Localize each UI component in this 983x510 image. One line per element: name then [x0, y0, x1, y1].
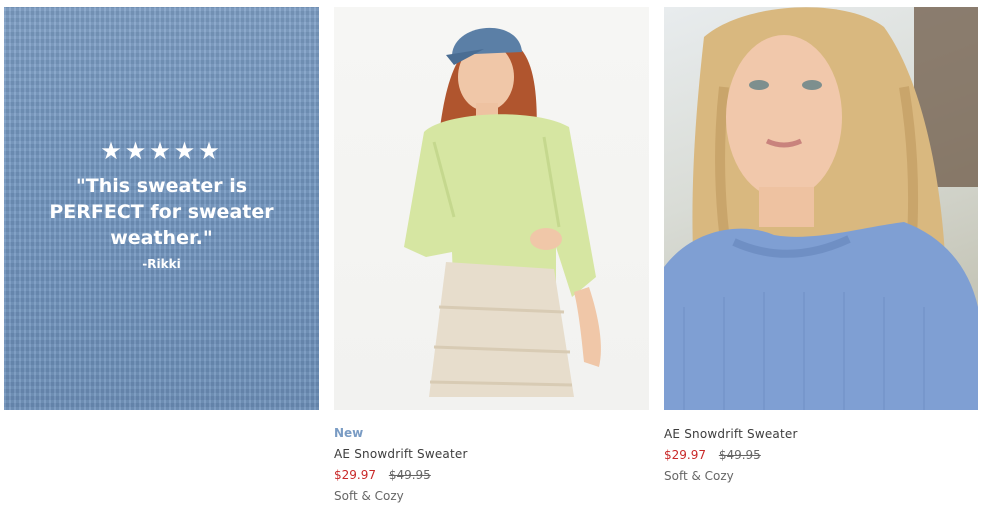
original-price: $49.95 [388, 468, 431, 482]
product-name-link[interactable]: AE Snowdrift Sweater [334, 446, 468, 462]
new-badge: New [334, 426, 364, 440]
sale-price: $29.97 [334, 468, 376, 482]
product-tagline: Soft & Cozy [664, 469, 734, 483]
product-card-info: New AE Snowdrift Sweater $29.97 $49.95 S… [334, 425, 468, 504]
sale-price: $29.97 [664, 448, 706, 462]
product-image-green-sweater[interactable] [334, 7, 649, 410]
product-card-info: AE Snowdrift Sweater $29.97 $49.95 Soft … [664, 426, 798, 484]
model-photo-blue-sweater [664, 7, 978, 410]
product-tagline: Soft & Cozy [334, 489, 404, 503]
price-row: $29.97 $49.95 [664, 447, 798, 463]
original-price: $49.95 [718, 448, 761, 462]
review-tile: ★★★★★ "This sweater is PERFECT for sweat… [4, 7, 319, 410]
rating-stars-icon: ★★★★★ [100, 137, 223, 165]
review-content: ★★★★★ "This sweater is PERFECT for sweat… [4, 137, 319, 271]
product-name-link[interactable]: AE Snowdrift Sweater [664, 426, 798, 442]
review-author: -Rikki [142, 257, 181, 271]
model-photo-green-sweater [404, 27, 601, 397]
price-row: $29.97 $49.95 [334, 467, 468, 483]
review-quote: "This sweater is PERFECT for sweater wea… [49, 175, 274, 249]
product-image-blue-sweater[interactable] [664, 7, 978, 410]
